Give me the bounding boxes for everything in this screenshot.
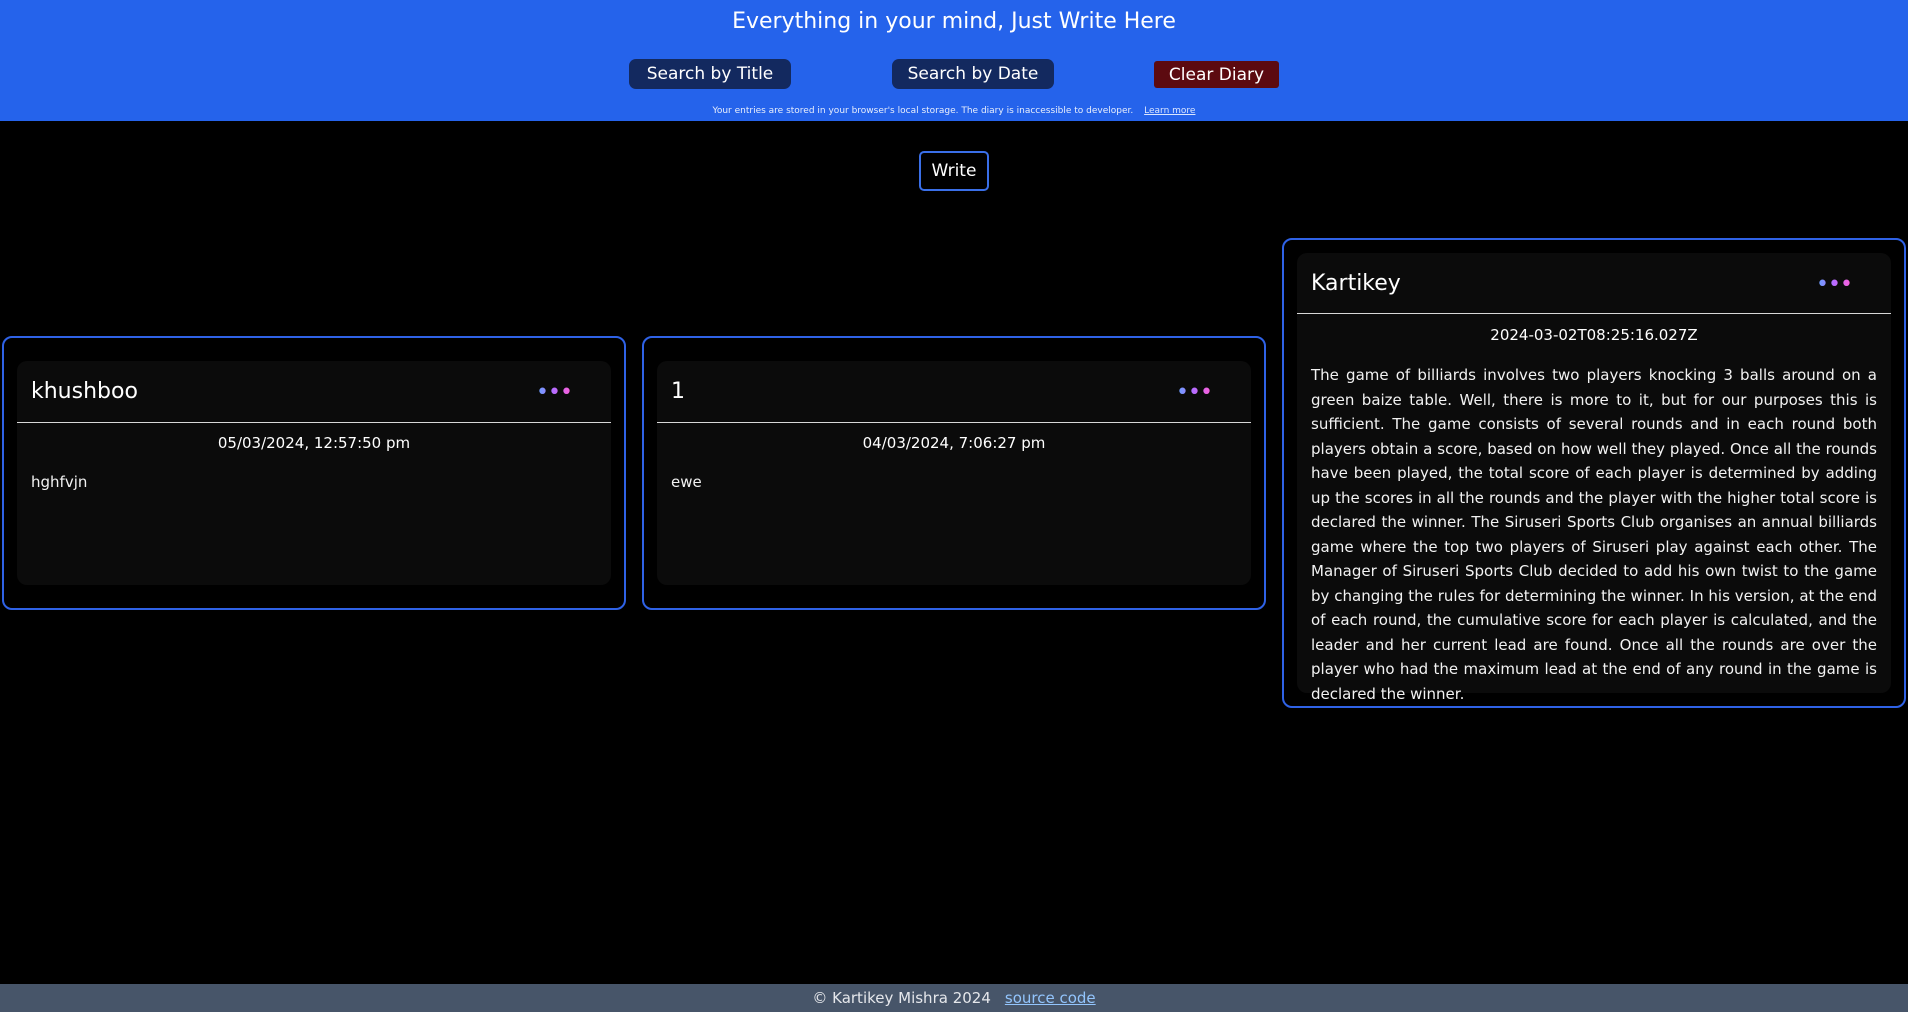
entry-card: 1 ••• 04/03/2024, 7:06:27 pm ewe [642,336,1266,610]
entry-card-content: Kartikey ••• 2024-03-02T08:25:16.027Z Th… [1297,253,1891,703]
source-code-link[interactable]: source code [1005,989,1096,1007]
entry-title: khushboo [31,379,138,404]
entry-date: 04/03/2024, 7:06:27 pm [862,434,1046,452]
page-title: Everything in your mind, Just Write Here [732,9,1176,34]
write-button[interactable]: Write [919,151,989,191]
entry-title: Kartikey [1311,271,1401,296]
clear-diary-button[interactable]: Clear Diary [1154,61,1279,88]
entry-date: 05/03/2024, 12:57:50 pm [217,434,411,452]
more-dots-icon[interactable]: ••• [536,382,573,404]
more-dots-icon[interactable]: ••• [1816,274,1853,296]
entry-body: ewe [671,473,702,491]
entry-card-content: khushboo ••• 05/03/2024, 12:57:50 pm hgh… [17,361,611,585]
copyright-text: © Kartikey Mishra 2024 [812,989,991,1007]
app-footer: © Kartikey Mishra 2024 source code [0,984,1908,1012]
entry-title: 1 [671,379,685,404]
entry-card: khushboo ••• 05/03/2024, 12:57:50 pm hgh… [2,336,626,610]
entry-body: The game of billiards involves two playe… [1311,366,1877,703]
more-dots-icon[interactable]: ••• [1176,382,1213,404]
search-by-date-button[interactable]: Search by Date [892,59,1054,89]
app-header: Everything in your mind, Just Write Here… [0,0,1908,121]
storage-notice: Your entries are stored in your browser'… [0,104,1908,118]
entry-date: 2024-03-02T08:25:16.027Z [1490,326,1698,344]
entry-divider [17,422,611,423]
entry-divider [1297,313,1891,314]
entry-divider [657,422,1251,423]
search-by-title-button[interactable]: Search by Title [629,59,791,89]
storage-notice-text: Your entries are stored in your browser'… [712,106,1134,116]
entry-body: hghfvjn [31,473,88,491]
entry-card: Kartikey ••• 2024-03-02T08:25:16.027Z Th… [1282,238,1906,708]
learn-more-link[interactable]: Learn more [1144,106,1195,116]
entry-card-content: 1 ••• 04/03/2024, 7:06:27 pm ewe [657,361,1251,585]
